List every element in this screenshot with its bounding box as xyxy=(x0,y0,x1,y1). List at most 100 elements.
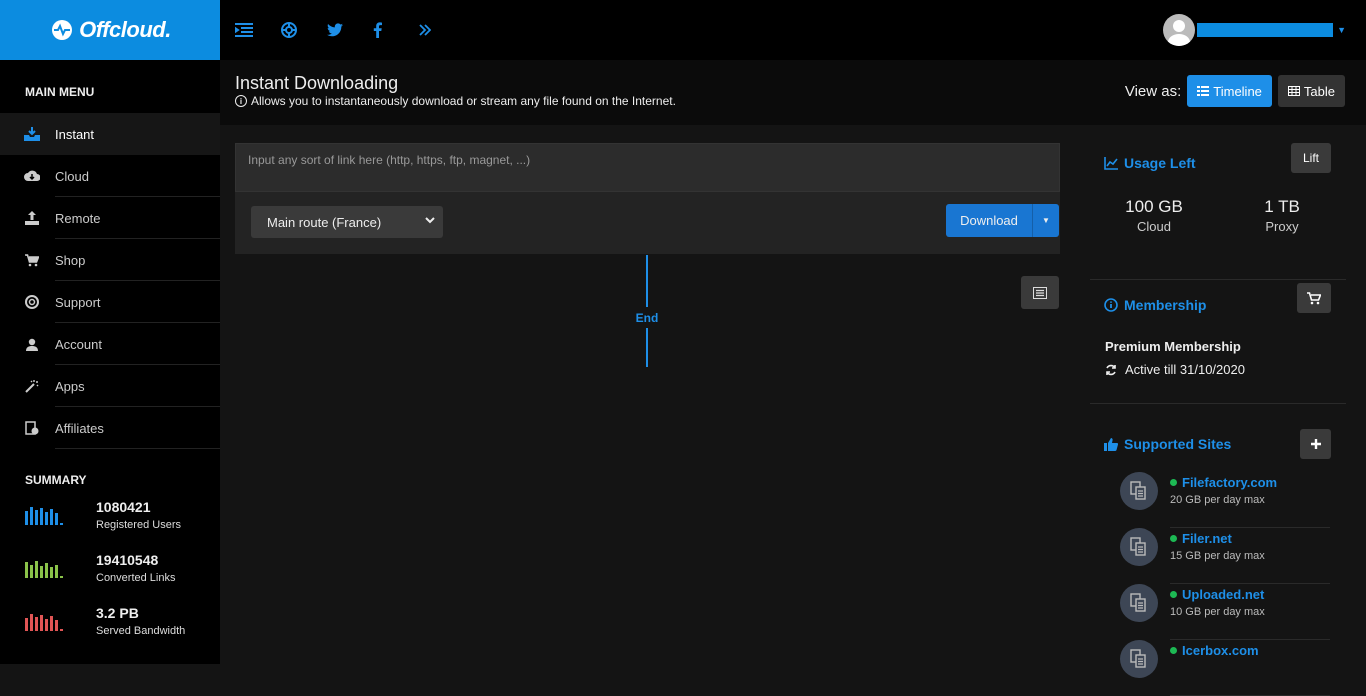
summary-title: SUMMARY xyxy=(25,473,87,487)
membership-title: Membership xyxy=(1124,297,1207,313)
sidebar-item-support[interactable]: Support xyxy=(0,281,220,323)
membership-panel: Membership Premium Membership Active til… xyxy=(1090,280,1346,404)
facebook-icon[interactable] xyxy=(373,18,419,42)
table-view-button[interactable]: Table xyxy=(1277,75,1345,107)
site-quota: 10 GB per day max xyxy=(1170,606,1265,618)
site-item[interactable]: Filer.net 15 GB per day max xyxy=(1120,528,1330,584)
stat-label: Served Bandwidth xyxy=(96,625,186,637)
supported-sites-heading: Supported Sites xyxy=(1104,436,1231,452)
site-name[interactable]: Filefactory.com xyxy=(1170,475,1277,490)
table-label: Table xyxy=(1303,83,1335,99)
status-online-dot xyxy=(1170,535,1177,542)
main-menu-title: MAIN MENU xyxy=(25,85,95,99)
cloud-usage: 100 GB Cloud xyxy=(1090,197,1218,234)
magic-wand-icon xyxy=(24,378,40,394)
sidebar-item-affiliates[interactable]: Affiliates xyxy=(0,407,220,449)
lift-button[interactable]: Lift xyxy=(1291,143,1331,173)
sidebar: MAIN MENU Instant Cloud Remote Shop Supp… xyxy=(0,60,220,664)
sidebar-item-label: Shop xyxy=(55,252,86,268)
sidebar-item-account[interactable]: Account xyxy=(0,323,220,365)
link-input[interactable]: Input any sort of link here (http, https… xyxy=(235,143,1060,192)
view-as-switch: View as: Timeline Table xyxy=(1125,75,1345,107)
info-icon: i xyxy=(235,95,247,107)
user-menu[interactable]: ▼ xyxy=(1163,14,1346,46)
sidebar-toggle-icon[interactable] xyxy=(235,18,281,42)
stat-label: Registered Users xyxy=(96,519,181,531)
download-button[interactable]: Download xyxy=(946,204,1033,237)
site-name-text: Icerbox.com xyxy=(1182,643,1259,658)
more-chevrons-icon[interactable] xyxy=(419,18,465,42)
supported-sites-panel: Supported Sites Filefactory.com 20 GB pe… xyxy=(1090,404,1346,696)
site-item[interactable]: Filefactory.com 20 GB per day max xyxy=(1120,472,1330,528)
sidebar-item-cloud[interactable]: Cloud xyxy=(0,155,220,197)
info-circle-icon xyxy=(1104,298,1118,312)
offcloud-logo[interactable]: Offcloud. xyxy=(0,0,220,60)
timeline-end-label: End xyxy=(635,311,659,325)
table-icon xyxy=(1287,86,1300,96)
avatar xyxy=(1163,14,1196,46)
site-item[interactable]: Icerbox.com xyxy=(1120,640,1330,696)
usage-panel: Usage Left Lift 100 GB Cloud 1 TB Proxy xyxy=(1090,125,1346,280)
usage-title: Usage Left xyxy=(1124,155,1196,171)
line-chart-icon xyxy=(1104,156,1118,170)
sidebar-item-remote[interactable]: Remote xyxy=(0,197,220,239)
sidebar-item-label: Account xyxy=(55,336,102,352)
timeline-view-button[interactable]: Timeline xyxy=(1187,75,1272,107)
right-column: Usage Left Lift 100 GB Cloud 1 TB Proxy … xyxy=(1090,125,1346,696)
cart-icon xyxy=(1307,291,1321,304)
list-icon xyxy=(1033,286,1047,299)
refresh-icon xyxy=(1106,364,1116,375)
list-icon xyxy=(1197,86,1210,96)
money-icon xyxy=(24,420,40,436)
sidebar-item-label: Cloud xyxy=(55,168,89,184)
file-host-icon xyxy=(1120,472,1158,510)
membership-cart-button[interactable] xyxy=(1297,283,1331,313)
view-as-label: View as: xyxy=(1124,82,1182,100)
toggle-list-button[interactable] xyxy=(1021,276,1059,309)
site-name[interactable]: Uploaded.net xyxy=(1170,587,1264,602)
file-host-icon xyxy=(1120,584,1158,622)
sidebar-item-shop[interactable]: Shop xyxy=(0,239,220,281)
cloud-label: Cloud xyxy=(1137,219,1171,234)
top-icon-bar xyxy=(235,18,465,42)
timeline-line-bottom xyxy=(646,328,648,367)
sidebar-item-apps[interactable]: Apps xyxy=(0,365,220,407)
sidebar-item-label: Instant xyxy=(55,126,95,142)
sidebar-item-instant[interactable]: Instant xyxy=(0,113,220,155)
site-name[interactable]: Icerbox.com xyxy=(1170,643,1259,658)
membership-heading: Membership xyxy=(1104,297,1206,313)
sidebar-item-label: Support xyxy=(55,294,101,310)
blue-bar-chart-icon xyxy=(25,507,63,525)
download-box: Input any sort of link here (http, https… xyxy=(235,143,1060,254)
file-host-icon xyxy=(1120,640,1158,678)
membership-status: Active till 31/10/2020 xyxy=(1105,362,1245,377)
thumbs-up-icon xyxy=(1104,437,1118,451)
site-name-text: Filefactory.com xyxy=(1182,475,1278,490)
username-redacted xyxy=(1197,23,1334,37)
site-quota: 15 GB per day max xyxy=(1170,550,1265,562)
top-bar: Offcloud. ▼ xyxy=(0,0,1366,60)
brand-name: Offcloud. xyxy=(79,17,171,42)
twitter-icon[interactable] xyxy=(327,18,373,42)
red-bar-chart-icon xyxy=(25,613,63,631)
stat-converted-links: 19410548 Converted Links xyxy=(0,552,220,605)
site-item[interactable]: Uploaded.net 10 GB per day max xyxy=(1120,584,1330,640)
download-options-caret-icon[interactable]: ▼ xyxy=(1033,204,1059,237)
logo-icon xyxy=(52,20,73,40)
cloud-download-icon xyxy=(24,168,40,184)
route-select[interactable]: Main route (France) xyxy=(251,206,443,238)
status-online-dot xyxy=(1170,591,1177,598)
cart-icon xyxy=(24,252,40,268)
stat-value: 1080421 xyxy=(96,499,151,515)
status-online-dot xyxy=(1170,479,1177,486)
cloud-value: 100 GB xyxy=(1125,197,1183,216)
download-tray-icon xyxy=(24,126,40,142)
membership-status-text: Active till 31/10/2020 xyxy=(1125,362,1245,377)
site-name[interactable]: Filer.net xyxy=(1170,531,1232,546)
sidebar-item-label: Apps xyxy=(55,378,85,394)
status-online-dot xyxy=(1170,647,1177,654)
proxy-label: Proxy xyxy=(1265,219,1299,234)
support-lifebuoy-icon[interactable] xyxy=(281,18,327,42)
lifebuoy-icon xyxy=(24,294,40,310)
add-site-button[interactable] xyxy=(1300,429,1331,459)
